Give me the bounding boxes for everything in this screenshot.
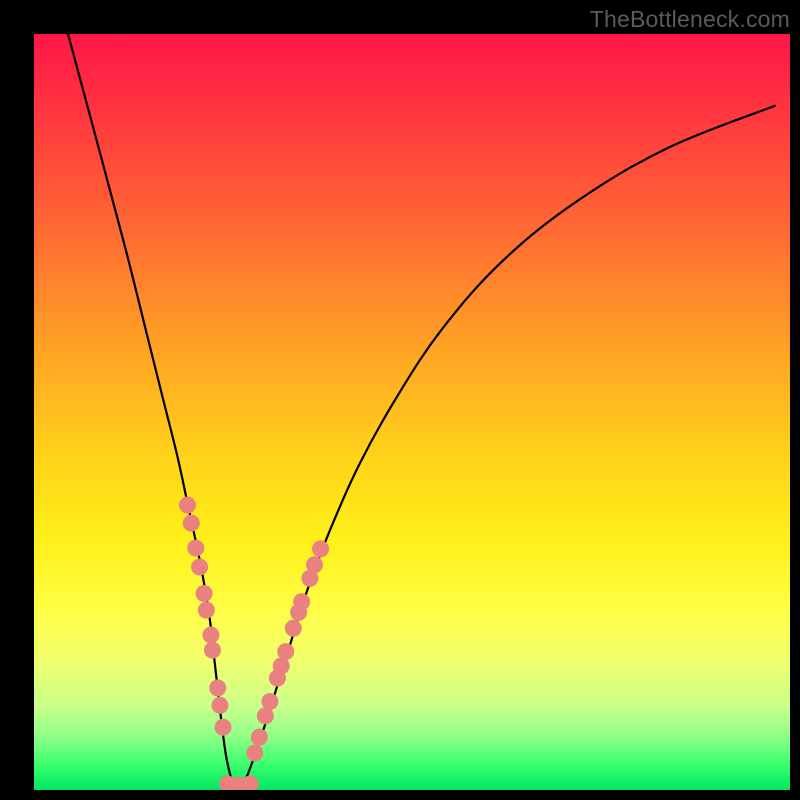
dots-right-branch <box>246 540 329 761</box>
data-point <box>293 593 310 610</box>
bottleneck-curve <box>68 34 775 790</box>
watermark-text: TheBottleneck.com <box>590 6 790 33</box>
data-point <box>277 643 294 660</box>
chart-frame: TheBottleneck.com <box>0 0 800 800</box>
data-point <box>257 707 274 724</box>
data-point <box>202 627 219 644</box>
data-point <box>183 515 200 532</box>
data-point <box>261 693 278 710</box>
data-point <box>285 620 302 637</box>
data-point <box>179 496 196 513</box>
data-point <box>215 719 232 736</box>
data-point <box>191 558 208 575</box>
data-point <box>246 744 263 761</box>
data-point <box>209 679 226 696</box>
chart-svg <box>34 34 790 790</box>
data-point <box>198 602 215 619</box>
data-point <box>273 658 290 675</box>
data-point <box>211 697 228 714</box>
dots-left-branch <box>179 496 232 735</box>
plot-area <box>34 34 790 790</box>
data-point <box>312 540 329 557</box>
data-point <box>251 729 268 746</box>
data-point <box>204 642 221 659</box>
data-point <box>196 585 213 602</box>
data-point <box>306 556 323 573</box>
data-point <box>187 540 204 557</box>
dots-bottom <box>219 775 259 790</box>
